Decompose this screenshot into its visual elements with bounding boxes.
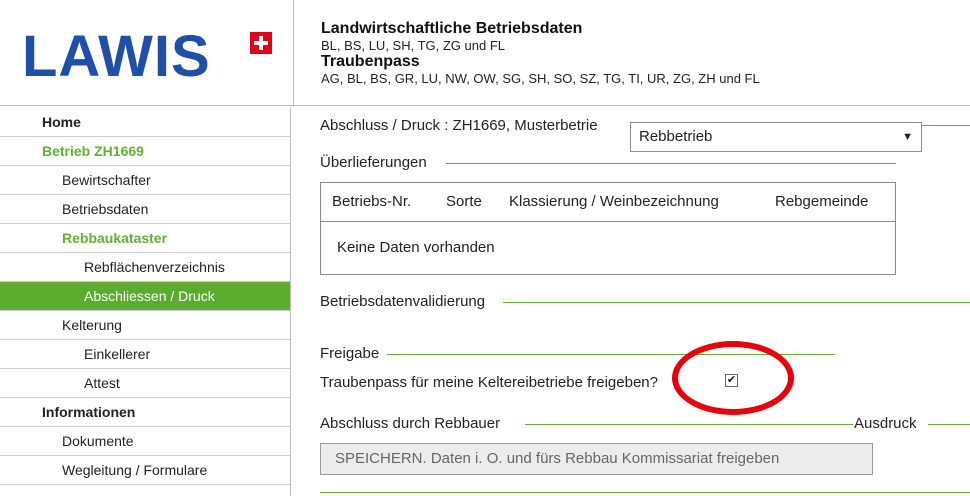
section-divider	[503, 302, 970, 303]
section-title-abschluss: Abschluss durch Rebbauer	[320, 415, 501, 432]
header-info: Landwirtschaftliche Betriebsdaten BL, BS…	[321, 20, 760, 86]
header-cantons-betriebsdaten: BL, BS, LU, SH, TG, ZG und FL	[321, 38, 505, 53]
sidebar-item-betriebsdaten[interactable]: Betriebsdaten	[0, 195, 290, 224]
sidebar-item-abschliessen-druck[interactable]: Abschliessen / Druck	[0, 282, 290, 311]
app-header: LAWIS Landwirtschaftliche Betriebsdaten …	[0, 0, 970, 106]
sidebar-item-bewirtschafter[interactable]: Bewirtschafter	[0, 166, 290, 195]
column-header-betriebs-nr[interactable]: Betriebs-Nr.	[332, 193, 411, 210]
bottom-divider	[320, 492, 970, 493]
column-header-rebgemeinde[interactable]: Rebgemeinde	[775, 193, 868, 210]
betrieb-type-select[interactable]: Rebbetrieb ▼	[630, 122, 922, 152]
section-title-ausdruck: Ausdruck	[854, 415, 917, 432]
sidebar-item-wegleitung[interactable]: Wegleitung / Formulare	[0, 456, 290, 485]
table-header: Betriebs-Nr. Sorte Klassierung / Weinbez…	[321, 183, 895, 222]
lawis-logo[interactable]: LAWIS	[0, 0, 294, 106]
table-empty-message: Keine Daten vorhanden	[337, 239, 495, 256]
sidebar-item-attest[interactable]: Attest	[0, 369, 290, 398]
sidebar-item-rebflaechenverzeichnis[interactable]: Rebflächenverzeichnis	[0, 253, 290, 282]
section-divider	[446, 163, 896, 164]
column-header-sorte[interactable]: Sorte	[446, 193, 482, 210]
chevron-down-icon: ▼	[902, 131, 913, 143]
sidebar-item-betrieb[interactable]: Betrieb ZH1669	[0, 137, 290, 166]
column-header-klassierung[interactable]: Klassierung / Weinbezeichnung	[509, 193, 719, 210]
sidebar-item-dokumente[interactable]: Dokumente	[0, 427, 290, 456]
sidebar-nav: Home Betrieb ZH1669 Bewirtschafter Betri…	[0, 108, 291, 496]
sidebar-item-kelterung[interactable]: Kelterung	[0, 311, 290, 340]
header-cantons-traubenpass: AG, BL, BS, GR, LU, NW, OW, SG, SH, SO, …	[321, 71, 760, 86]
section-divider	[525, 424, 853, 425]
sidebar-item-home[interactable]: Home	[0, 108, 290, 137]
header-title-betriebsdaten: Landwirtschaftliche Betriebsdaten	[321, 20, 583, 37]
save-freigeben-button[interactable]: SPEICHERN. Daten i. O. und fürs Rebbau K…	[320, 443, 873, 475]
section-title-ueberlieferungen: Überlieferungen	[320, 154, 427, 171]
sidebar-item-rebbaukataster[interactable]: Rebbaukataster	[0, 224, 290, 253]
header-title-traubenpass: Traubenpass	[321, 53, 420, 70]
sidebar-item-informationen[interactable]: Informationen	[0, 398, 290, 427]
ueberlieferungen-table: Betriebs-Nr. Sorte Klassierung / Weinbez…	[320, 182, 896, 275]
sidebar-item-einkellerer[interactable]: Einkellerer	[0, 340, 290, 369]
annotation-highlight-circle	[672, 341, 794, 415]
select-value: Rebbetrieb	[639, 128, 713, 145]
main-content: Abschluss / Druck : ZH1669, Musterbetrie…	[320, 108, 970, 496]
logo-text: LAWIS	[22, 24, 211, 89]
page-title: Abschluss / Druck : ZH1669, Musterbetrie	[320, 117, 598, 134]
section-divider	[928, 424, 970, 425]
freigabe-question-label: Traubenpass für meine Keltereibetriebe f…	[320, 374, 658, 391]
section-title-freigabe: Freigabe	[320, 345, 380, 362]
swiss-cross-icon	[250, 32, 272, 54]
section-title-validierung: Betriebsdatenvalidierung	[320, 293, 486, 310]
